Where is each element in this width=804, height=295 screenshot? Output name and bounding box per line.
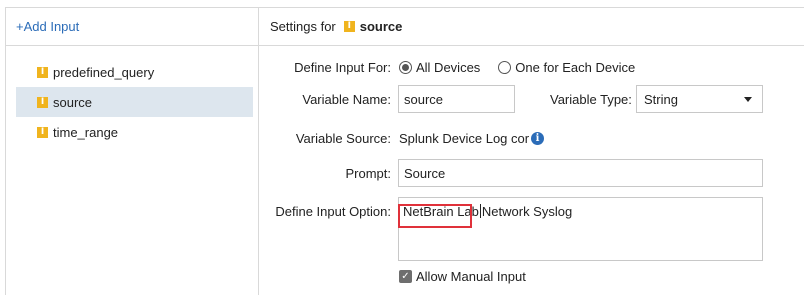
one-for-each-device-radio[interactable] — [498, 61, 512, 74]
define-input-for-label: Define Input For: — [294, 60, 391, 75]
input-list: I predefined_query I source I time_range — [6, 46, 258, 147]
option-text-after-cursor: Network Syslog — [481, 204, 573, 219]
input-item-label: time_range — [53, 124, 119, 140]
option-text-before-cursor: NetBrain Lab — [403, 204, 479, 219]
text-cursor — [479, 204, 481, 218]
settings-input-name: source — [359, 19, 403, 34]
inputs-panel-header: +Add Input — [6, 8, 258, 46]
input-item-label: source — [53, 94, 93, 110]
input-type-icon: I — [37, 96, 48, 108]
input-item-label: predefined_query — [53, 64, 155, 80]
settings-header: Settings for I source — [259, 8, 804, 46]
define-input-for-options: All Devices One for Each Device — [399, 60, 653, 75]
input-type-icon: I — [37, 126, 48, 138]
allow-manual-input-label[interactable]: Allow Manual Input — [416, 269, 526, 284]
variable-type-select[interactable]: String — [636, 85, 763, 113]
prompt-label: Prompt: — [345, 166, 391, 181]
input-item-predefined-query[interactable]: I predefined_query — [16, 57, 253, 87]
input-type-icon: I — [343, 21, 355, 32]
variable-source-value: Splunk Device Log cor — [399, 131, 530, 146]
variable-source-row: Splunk Device Log cor i — [399, 131, 545, 146]
settings-title: Settings for — [270, 19, 336, 34]
input-type-icon: I — [37, 66, 48, 78]
define-input-option-textarea[interactable]: NetBrain Lab Network Syslog — [398, 197, 763, 261]
variable-name-input[interactable]: source — [398, 85, 515, 113]
variable-type-label: Variable Type: — [550, 92, 632, 107]
all-devices-radio[interactable] — [399, 61, 412, 74]
input-item-time-range[interactable]: I time_range — [16, 117, 253, 147]
variable-name-label: Variable Name: — [302, 92, 391, 107]
define-input-option-label: Define Input Option: — [275, 204, 391, 219]
input-item-source[interactable]: I source — [16, 87, 253, 117]
inputs-panel: +Add Input I predefined_query I source I… — [5, 7, 259, 295]
chevron-down-icon — [744, 96, 752, 102]
allow-manual-input-checkbox[interactable]: ✓ — [399, 270, 412, 283]
all-devices-label[interactable]: All Devices — [416, 60, 480, 75]
prompt-input[interactable]: Source — [398, 159, 763, 187]
allow-manual-input-row: ✓ Allow Manual Input — [399, 269, 526, 284]
info-icon[interactable]: i — [531, 132, 545, 145]
one-for-each-device-label[interactable]: One for Each Device — [515, 60, 635, 75]
add-input-button[interactable]: +Add Input — [16, 19, 79, 34]
settings-panel: Settings for I source Define Input For: … — [258, 7, 804, 295]
variable-type-value: String — [644, 91, 678, 107]
variable-source-label: Variable Source: — [295, 131, 391, 146]
